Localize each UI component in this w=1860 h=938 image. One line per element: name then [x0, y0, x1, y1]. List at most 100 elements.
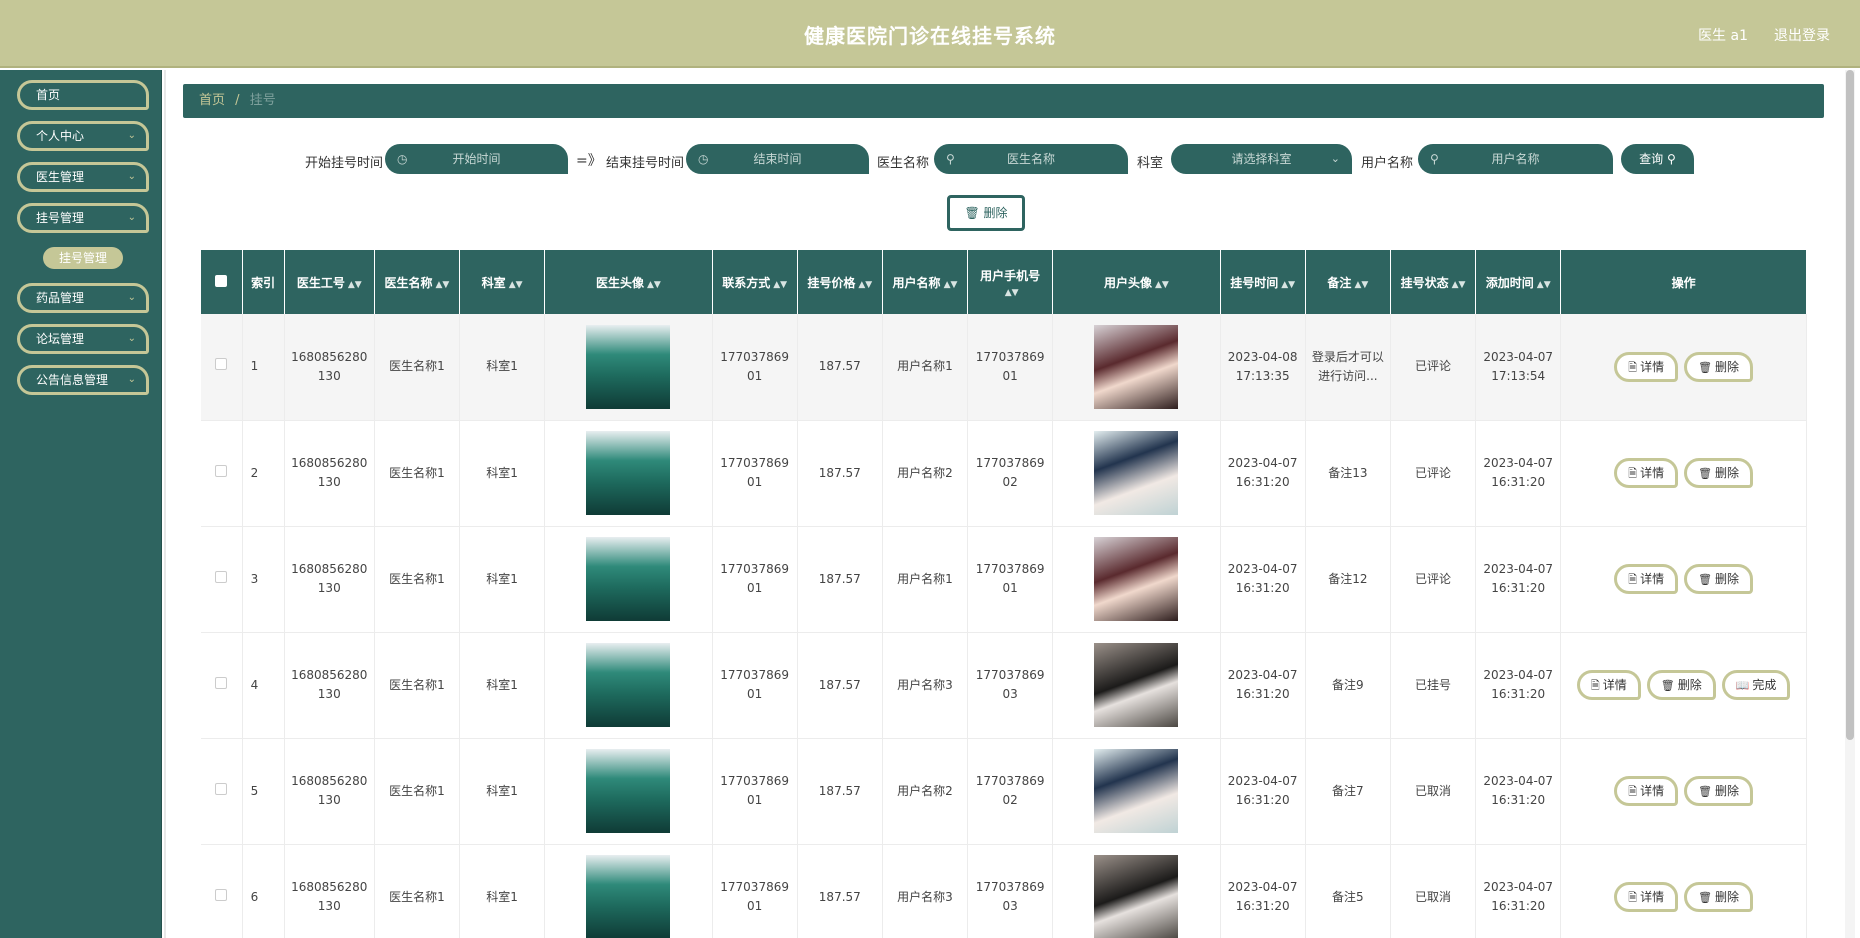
- column-header[interactable]: 医生名称 ▲▼: [374, 250, 461, 314]
- doctor-name-input[interactable]: ⚲ 医生名称: [934, 144, 1128, 174]
- delete-button[interactable]: 🗑 删除: [1684, 564, 1754, 594]
- sort-icon[interactable]: ▲▼: [647, 280, 661, 290]
- column-header[interactable]: 挂号时间 ▲▼: [1220, 250, 1306, 314]
- delete-button[interactable]: 🗑 删除: [1684, 776, 1754, 806]
- sidebar-scrollbar[interactable]: [164, 70, 166, 938]
- detail-button[interactable]: 🗎 详情: [1614, 564, 1679, 594]
- detail-button[interactable]: 🗎 详情: [1614, 776, 1679, 806]
- doctor-avatar-image[interactable]: [586, 324, 671, 409]
- sidebar-item-doctors[interactable]: 医生管理 ⌄: [17, 162, 149, 192]
- column-header[interactable]: 用户头像 ▲▼: [1052, 250, 1221, 314]
- sort-icon[interactable]: ▲▼: [1354, 280, 1368, 290]
- user-avatar-image[interactable]: [1094, 537, 1179, 621]
- row-checkbox[interactable]: [215, 570, 228, 583]
- user-avatar-image[interactable]: [1094, 749, 1179, 833]
- logout-link[interactable]: 退出登录: [1774, 25, 1830, 45]
- user-avatar-image[interactable]: [1094, 324, 1179, 409]
- row-checkbox[interactable]: [215, 358, 228, 371]
- sidebar-item-registrations[interactable]: 挂号管理 ⌄: [17, 203, 149, 233]
- query-button[interactable]: 查询 ⚲: [1621, 144, 1694, 174]
- row-select-cell[interactable]: [201, 844, 243, 938]
- row-checkbox[interactable]: [215, 464, 228, 477]
- table-row[interactable]: 2 1680856280130 医生名称1 科室1 17703786901 187.57 用…: [201, 420, 1807, 527]
- row-select-cell[interactable]: [201, 420, 243, 527]
- row-select-cell[interactable]: [201, 632, 243, 739]
- user-avatar-image[interactable]: [1094, 643, 1179, 727]
- row-checkbox[interactable]: [215, 676, 228, 689]
- delete-button-label: 删除: [1715, 890, 1740, 904]
- sidebar-item-forum[interactable]: 论坛管理 ⌄: [17, 324, 149, 354]
- column-header[interactable]: 科室 ▲▼: [459, 250, 546, 314]
- detail-button[interactable]: 🗎 详情: [1576, 670, 1641, 700]
- table-row[interactable]: 5 1680856280130 医生名称1 科室1 17703786901 187.57 用…: [201, 738, 1807, 845]
- batch-delete-button[interactable]: 🗑 删除: [947, 195, 1025, 231]
- detail-button[interactable]: 🗎 详情: [1614, 458, 1679, 488]
- user-avatar-image[interactable]: [1094, 855, 1179, 938]
- sidebar-item-label: 公告信息管理: [36, 373, 109, 387]
- row-checkbox[interactable]: [215, 782, 228, 795]
- select-all-cell[interactable]: [201, 250, 243, 314]
- row-checkbox[interactable]: [215, 888, 228, 901]
- detail-button[interactable]: 🗎 详情: [1614, 882, 1679, 912]
- doctor-avatar-image[interactable]: [586, 431, 671, 515]
- sidebar-item-announcements[interactable]: 公告信息管理 ⌄: [17, 365, 149, 395]
- cell-note: 登录后才可以进行访问...: [1305, 314, 1391, 421]
- complete-button[interactable]: 📖 完成: [1721, 670, 1791, 700]
- table-row[interactable]: 4 1680856280130 医生名称1 科室1 17703786901 187.57 用…: [201, 632, 1807, 739]
- sort-icon[interactable]: ▲▼: [1452, 280, 1466, 290]
- row-select-cell[interactable]: [201, 314, 243, 421]
- row-select-cell[interactable]: [201, 738, 243, 845]
- sort-icon[interactable]: ▲▼: [1281, 280, 1295, 290]
- user-avatar-image[interactable]: [1094, 431, 1179, 515]
- table-row[interactable]: 6 1680856280130 医生名称1 科室1 17703786901 187.57 用…: [201, 844, 1807, 938]
- cell-doctor-name: 医生名称1: [374, 844, 461, 938]
- sort-icon[interactable]: ▲▼: [436, 280, 450, 290]
- delete-button[interactable]: 🗑 删除: [1684, 882, 1754, 912]
- sort-icon[interactable]: ▲▼: [858, 280, 872, 290]
- top-header: 健康医院门诊在线挂号系统 医生 a1 退出登录: [0, 0, 1860, 68]
- delete-button[interactable]: 🗑 删除: [1684, 458, 1754, 488]
- sidebar-item-home[interactable]: 首页: [17, 80, 149, 110]
- sort-icon[interactable]: ▲▼: [509, 280, 523, 290]
- column-header[interactable]: 备注 ▲▼: [1305, 250, 1391, 314]
- delete-button[interactable]: 🗑 删除: [1684, 351, 1754, 382]
- sort-icon[interactable]: ▲▼: [944, 280, 958, 290]
- sidebar-subitem-registrations[interactable]: 挂号管理: [43, 247, 123, 269]
- start-time-input[interactable]: ◷ 开始时间: [385, 144, 568, 174]
- column-header[interactable]: 用户手机号 ▲▼: [967, 250, 1054, 314]
- range-separator: =》: [576, 153, 602, 169]
- page-scrollbar[interactable]: [1845, 70, 1855, 938]
- sort-icon[interactable]: ▲▼: [1005, 288, 1019, 298]
- column-header[interactable]: 用户名称 ▲▼: [882, 250, 969, 314]
- cell-index: 1: [242, 314, 285, 421]
- sort-icon[interactable]: ▲▼: [348, 280, 362, 290]
- breadcrumb-home[interactable]: 首页: [199, 93, 225, 108]
- sort-icon[interactable]: ▲▼: [1537, 280, 1551, 290]
- row-select-cell[interactable]: [201, 526, 243, 633]
- department-select[interactable]: 请选择科室 ⌄: [1171, 144, 1352, 174]
- doctor-avatar-image[interactable]: [586, 537, 671, 621]
- sort-icon[interactable]: ▲▼: [1155, 280, 1169, 290]
- end-time-input[interactable]: ◷ 结束时间: [686, 144, 869, 174]
- sidebar-item-medicines[interactable]: 药品管理 ⌄: [17, 283, 149, 313]
- column-header[interactable]: 挂号价格 ▲▼: [797, 250, 883, 314]
- select-all-checkbox[interactable]: [215, 274, 228, 287]
- scrollbar-thumb[interactable]: [1846, 70, 1854, 740]
- column-header-label: 医生工号: [296, 275, 345, 290]
- table-row[interactable]: 1 1680856280130 医生名称1 科室1 17703786901 187.57 用…: [201, 314, 1807, 421]
- column-header[interactable]: 添加时间 ▲▼: [1475, 250, 1562, 314]
- column-header[interactable]: 挂号状态 ▲▼: [1390, 250, 1477, 314]
- column-header[interactable]: 医生工号 ▲▼: [284, 250, 375, 314]
- user-name-input[interactable]: ⚲ 用户名称: [1418, 144, 1613, 174]
- column-header[interactable]: 医生头像 ▲▼: [544, 250, 713, 314]
- detail-button[interactable]: 🗎 详情: [1614, 351, 1679, 382]
- delete-button[interactable]: 🗑 删除: [1646, 670, 1716, 700]
- doctor-avatar-image[interactable]: [586, 643, 671, 727]
- doctor-avatar-image[interactable]: [586, 855, 671, 938]
- sort-icon[interactable]: ▲▼: [773, 280, 787, 290]
- doctor-avatar-image[interactable]: [586, 749, 671, 833]
- column-header-label: 操作: [1671, 275, 1696, 290]
- sidebar-item-profile[interactable]: 个人中心 ⌄: [17, 121, 149, 151]
- column-header[interactable]: 联系方式 ▲▼: [712, 250, 798, 314]
- table-row[interactable]: 3 1680856280130 医生名称1 科室1 17703786901 187.57 用…: [201, 526, 1807, 633]
